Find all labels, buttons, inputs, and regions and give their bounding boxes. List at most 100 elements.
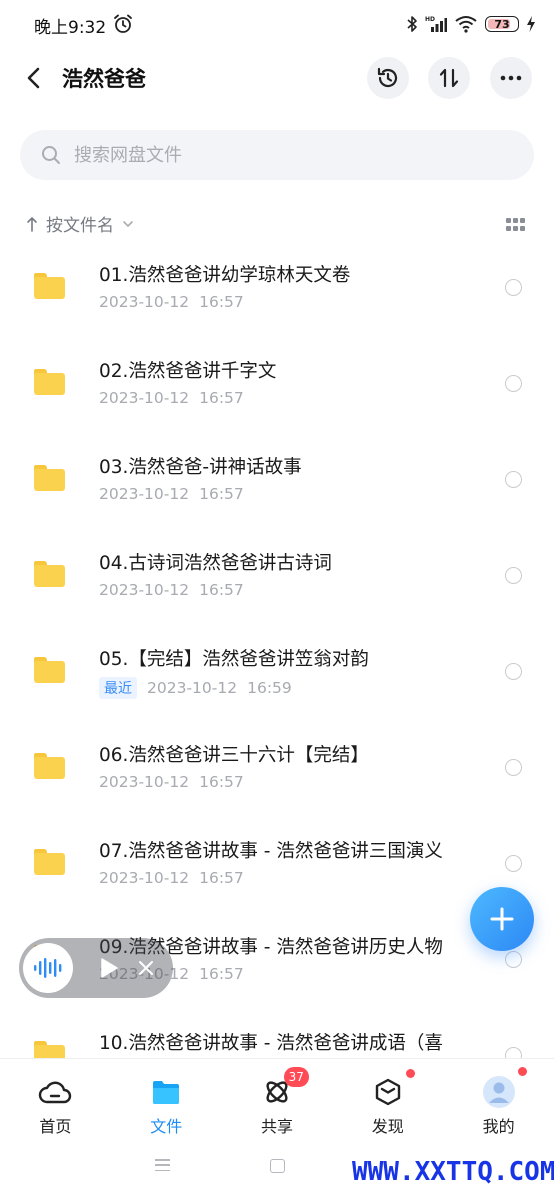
select-radio[interactable] (505, 471, 522, 488)
grid-view-icon[interactable] (506, 218, 526, 232)
menu-icon[interactable] (155, 1159, 170, 1171)
more-button[interactable] (490, 57, 532, 99)
select-radio[interactable] (505, 951, 522, 968)
system-nav-bar: WWW.XXTTQ.COM (0, 1137, 554, 1200)
file-time: 16:57 (199, 581, 244, 599)
file-name: 02.浩然爸爸讲千字文 (99, 361, 277, 382)
file-date: 2023-10-12 (99, 773, 190, 791)
header: 浩然爸爸 (0, 50, 554, 106)
nav-label: 我的 (482, 1117, 515, 1136)
file-name: 10.浩然爸爸讲故事 - 浩然爸爸讲成语（喜 (99, 1033, 443, 1054)
signal-icon: HD (425, 16, 447, 32)
back-icon (27, 67, 40, 89)
back-button[interactable] (20, 62, 48, 94)
select-radio[interactable] (505, 855, 522, 872)
add-button[interactable] (470, 887, 534, 951)
file-row[interactable]: 07.浩然爸爸讲故事 - 浩然爸爸讲三国演义 2023-10-12 16:57 (0, 815, 554, 911)
page-title: 浩然爸爸 (62, 67, 146, 91)
nav-files[interactable]: 文件 (111, 1059, 222, 1137)
folder-icon (34, 369, 65, 395)
sort-toggle-icon (439, 68, 459, 88)
notification-dot (406, 1069, 416, 1078)
play-button[interactable] (97, 956, 121, 980)
cube-icon (371, 1075, 405, 1109)
nav-mine[interactable]: 我的 (443, 1059, 554, 1137)
file-row[interactable]: 02.浩然爸爸讲千字文 2023-10-12 16:57 (0, 335, 554, 431)
search-input[interactable] (74, 144, 474, 166)
avatar-icon (482, 1075, 516, 1109)
folder-icon (34, 561, 65, 587)
file-name: 06.浩然爸爸讲三十六计【完结】 (99, 745, 369, 766)
nav-label: 发现 (371, 1117, 404, 1136)
folder-icon (34, 465, 65, 491)
file-row[interactable]: 06.浩然爸爸讲三十六计【完结】 2023-10-12 16:57 (0, 719, 554, 815)
status-time: 晚上9:32 (34, 18, 107, 38)
audio-wave-button[interactable] (23, 943, 73, 993)
nav-share[interactable]: 37 共享 (222, 1059, 333, 1137)
select-radio[interactable] (505, 567, 522, 584)
audio-player[interactable] (19, 938, 173, 998)
alarm-icon (114, 14, 132, 33)
file-name: 05.【完结】浩然爸爸讲笠翁对韵 (99, 649, 369, 670)
sort-by-name-button[interactable]: 按文件名 (26, 211, 134, 236)
sort-label: 按文件名 (46, 216, 114, 236)
status-bar: 晚上9:32 HD 73 (0, 0, 554, 48)
select-radio[interactable] (505, 663, 522, 680)
nav-label: 首页 (39, 1117, 72, 1136)
select-radio[interactable] (505, 759, 522, 776)
file-name: 07.浩然爸爸讲故事 - 浩然爸爸讲三国演义 (99, 841, 443, 862)
file-date: 2023-10-12 (147, 679, 238, 697)
charging-icon (527, 16, 535, 32)
file-date: 2023-10-12 (99, 293, 190, 311)
folder-icon (34, 273, 65, 299)
file-date: 2023-10-12 (99, 485, 190, 503)
history-button[interactable] (367, 57, 409, 99)
file-row[interactable]: 03.浩然爸爸-讲神话故事 2023-10-12 16:57 (0, 431, 554, 527)
home-square-icon[interactable] (270, 1159, 285, 1173)
select-radio[interactable] (505, 279, 522, 296)
battery-level: 73 (494, 17, 510, 31)
file-date: 2023-10-12 (99, 389, 190, 407)
search-icon (42, 146, 60, 164)
folder-icon (149, 1075, 183, 1109)
file-time: 16:57 (199, 389, 244, 407)
cloud-icon (38, 1075, 72, 1109)
close-button[interactable] (135, 957, 157, 979)
plus-icon (490, 907, 514, 931)
notification-dot (518, 1067, 528, 1076)
nav-label: 共享 (260, 1117, 293, 1136)
file-meta: 2023-10-12 16:57 (99, 389, 244, 407)
file-name: 04.古诗词浩然爸爸讲古诗词 (99, 553, 332, 574)
file-date: 2023-10-12 (99, 869, 190, 887)
file-meta: 最近 2023-10-12 16:59 (99, 677, 292, 699)
file-meta: 2023-10-12 16:57 (99, 293, 244, 311)
select-radio[interactable] (505, 375, 522, 392)
svg-text:HD: HD (425, 16, 435, 23)
bottom-nav: 首页 文件 37 共享 发现 我的 (0, 1058, 554, 1136)
sort-toggle-button[interactable] (428, 57, 470, 99)
folder-icon (34, 849, 65, 875)
file-meta: 2023-10-12 16:57 (99, 869, 244, 887)
file-row[interactable]: 04.古诗词浩然爸爸讲古诗词 2023-10-12 16:57 (0, 527, 554, 623)
folder-icon (34, 753, 65, 779)
bluetooth-icon (407, 16, 417, 32)
file-time: 16:59 (247, 679, 292, 697)
file-row[interactable]: 01.浩然爸爸讲幼学琼林天文卷 2023-10-12 16:57 (0, 239, 554, 335)
folder-icon (34, 657, 65, 683)
arrow-up-icon (27, 216, 37, 232)
search-bar[interactable] (20, 130, 534, 180)
file-meta: 2023-10-12 16:57 (99, 773, 244, 791)
battery-icon: 73 (485, 16, 519, 32)
file-time: 16:57 (199, 773, 244, 791)
file-time: 16:57 (199, 869, 244, 887)
file-row[interactable]: 05.【完结】浩然爸爸讲笠翁对韵 最近 2023-10-12 16:59 (0, 623, 554, 719)
play-icon (101, 958, 118, 978)
history-icon (377, 67, 398, 88)
share-badge: 37 (283, 1067, 309, 1087)
file-time: 16:57 (199, 485, 244, 503)
chevron-down-icon (123, 220, 133, 227)
nav-home[interactable]: 首页 (0, 1059, 111, 1137)
file-date: 2023-10-12 (99, 581, 190, 599)
more-icon (500, 75, 522, 81)
nav-discover[interactable]: 发现 (332, 1059, 443, 1137)
